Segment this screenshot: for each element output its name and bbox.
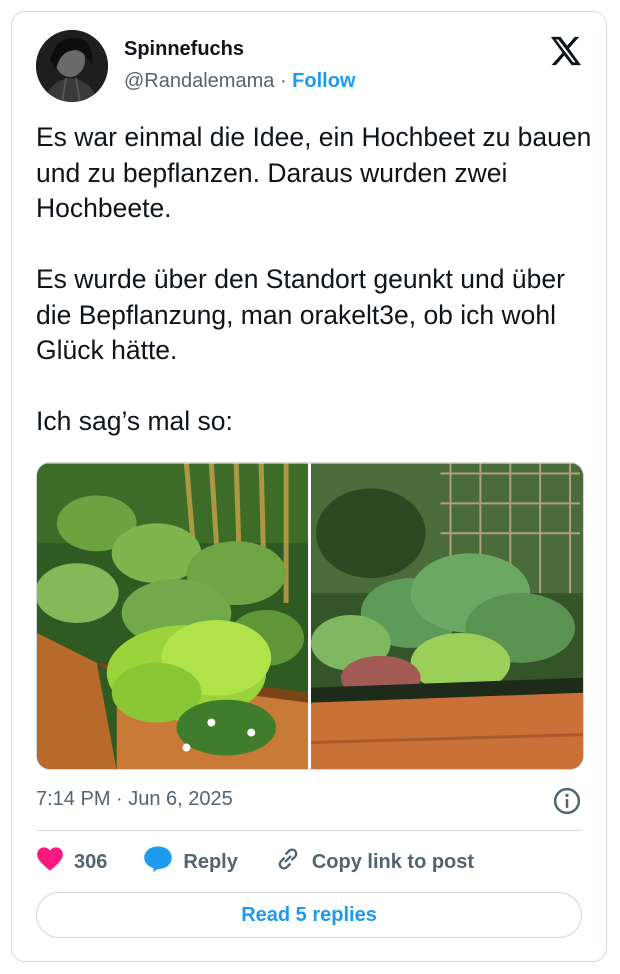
- heart-icon: [36, 846, 64, 878]
- read-replies-button[interactable]: Read 5 replies: [36, 892, 582, 938]
- tweet-text: Es war einmal die Idee, ein Hochbeet zu …: [36, 122, 592, 436]
- reply-button[interactable]: Reply: [143, 845, 238, 879]
- photo-raised-bed-lettuce[interactable]: [37, 463, 308, 770]
- reply-bubble-icon: [143, 845, 173, 879]
- follow-link[interactable]: Follow: [292, 70, 355, 92]
- x-logo-icon[interactable]: [548, 34, 582, 68]
- media-grid[interactable]: [36, 462, 584, 770]
- reply-label: Reply: [183, 850, 238, 873]
- link-icon: [274, 845, 302, 879]
- divider: [36, 830, 582, 831]
- author-display-name[interactable]: Spinnefuchs: [124, 38, 244, 61]
- tweet-timestamp[interactable]: 7:14 PM · Jun 6, 2025: [36, 788, 233, 811]
- separator-dot: ·: [279, 70, 287, 92]
- copy-link-label: Copy link to post: [311, 850, 475, 873]
- like-button[interactable]: 306: [36, 846, 107, 878]
- author-handle-row: @Randalemama · Follow: [124, 70, 356, 93]
- copy-link-button[interactable]: Copy link to post: [274, 845, 474, 879]
- avatar[interactable]: [36, 30, 108, 102]
- action-bar: 306 Reply Copy link to post: [36, 844, 510, 880]
- photo-raised-bed-kohlrabi[interactable]: [311, 463, 583, 770]
- like-count: 306: [74, 850, 108, 873]
- author-handle[interactable]: @Randalemama: [124, 70, 274, 92]
- info-icon[interactable]: [552, 786, 582, 816]
- tweet-card: Spinnefuchs @Randalemama · Follow Es war…: [11, 11, 607, 962]
